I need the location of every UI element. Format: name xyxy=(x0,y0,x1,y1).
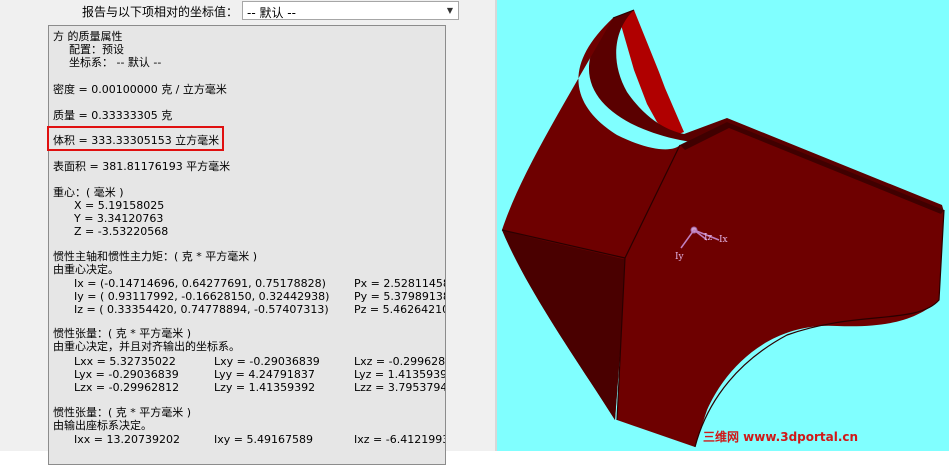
principal-iz: Iz = ( 0.33354420, 0.74778894, -0.574073… xyxy=(74,303,329,316)
com-x: X = 5.19158025 xyxy=(74,199,165,212)
axis-iy-label: Iy xyxy=(675,252,684,262)
axis-iz-label: Iz xyxy=(704,233,713,243)
results-title: 方 的质量属性 xyxy=(53,30,123,43)
principal-ix: Ix = (-0.14714696, 0.64277691, 0.7517882… xyxy=(74,277,326,290)
tensor-lxx: Lxx = 5.32735022 xyxy=(74,355,176,368)
tensor-lzx: Lzx = -0.29962812 xyxy=(74,381,180,394)
coord-system-value: -- 默认 -- xyxy=(247,6,296,20)
tensor2-ixx: Ixx = 13.20739202 xyxy=(74,433,180,446)
principal-pz: Pz = 5.46264210 xyxy=(354,303,446,316)
principal-axes-title: 惯性主轴和惯性主力矩：( 克 * 平方毫米 ) xyxy=(53,250,258,263)
com-z: Z = -3.53220568 xyxy=(74,225,169,238)
inertia-tensor2-subtitle: 由输出座标系决定。 xyxy=(53,419,152,432)
chevron-down-icon[interactable]: ▼ xyxy=(442,2,458,19)
site-watermark: 三维网 www.3dportal.cn xyxy=(703,430,859,444)
surface-area-line: 表面积 = 381.81176193 平方毫米 xyxy=(53,160,231,173)
axis-ix-label: Ix xyxy=(719,235,728,245)
tensor-lyz: Lyz = 1.41359392 xyxy=(354,368,446,381)
config-line: 配置：预设 xyxy=(69,43,124,56)
tensor2-ixz: Ixz = -6.41219937 xyxy=(354,433,446,446)
shadow-face xyxy=(502,230,627,420)
inertia-tensor2-title: 惯性张量：( 克 * 平方毫米 ) xyxy=(53,406,192,419)
inertia-tensor-title: 惯性张量：( 克 * 平方毫米 ) xyxy=(53,327,192,340)
graphics-viewport[interactable]: Iz Ix Iy xyxy=(497,0,949,451)
tensor-lyy: Lyy = 4.24791837 xyxy=(214,368,315,381)
coord-system-label: 报告与以下项相对的坐标值： xyxy=(82,5,239,19)
inertia-tensor-subtitle: 由重心决定，并且对齐输出的坐标系。 xyxy=(53,340,240,353)
mass-line: 质量 = 0.33333305 克 xyxy=(53,109,173,122)
tensor-lzz: Lzz = 3.79537948 xyxy=(354,381,446,394)
coord-system-select[interactable]: -- 默认 -- ▼ xyxy=(242,1,459,20)
mass-properties-panel: 报告与以下项相对的坐标值： -- 默认 -- ▼ 方 的质量属性 配置：预设 坐… xyxy=(0,0,497,465)
density-line: 密度 = 0.00100000 克 / 立方毫米 xyxy=(53,83,227,96)
panel-scrollbar[interactable] xyxy=(450,25,464,451)
coord-system-line: 坐标系： -- 默认 -- xyxy=(69,56,162,69)
com-y: Y = 3.34120763 xyxy=(74,212,164,225)
principal-axes-subtitle: 由重心决定。 xyxy=(53,263,119,276)
tensor-lxz: Lxz = -0.29962812 xyxy=(354,355,446,368)
principal-px: Px = 2.52811458 xyxy=(354,277,446,290)
center-of-mass-title: 重心：( 毫米 ) xyxy=(53,186,124,199)
volume-highlight-box xyxy=(47,126,224,151)
inertia-axis-triad xyxy=(680,226,720,249)
principal-iy: Iy = ( 0.93117992, -0.16628150, 0.324429… xyxy=(74,290,330,303)
tensor-lxy: Lxy = -0.29036839 xyxy=(214,355,320,368)
tensor2-ixy: Ixy = 5.49167589 xyxy=(214,433,313,446)
tensor-lyx: Lyx = -0.29036839 xyxy=(74,368,179,381)
results-textbox[interactable]: 方 的质量属性 配置：预设 坐标系： -- 默认 -- 密度 = 0.00100… xyxy=(48,25,446,465)
tensor-lzy: Lzy = 1.41359392 xyxy=(214,381,316,394)
principal-py: Py = 5.37989138 xyxy=(354,290,446,303)
